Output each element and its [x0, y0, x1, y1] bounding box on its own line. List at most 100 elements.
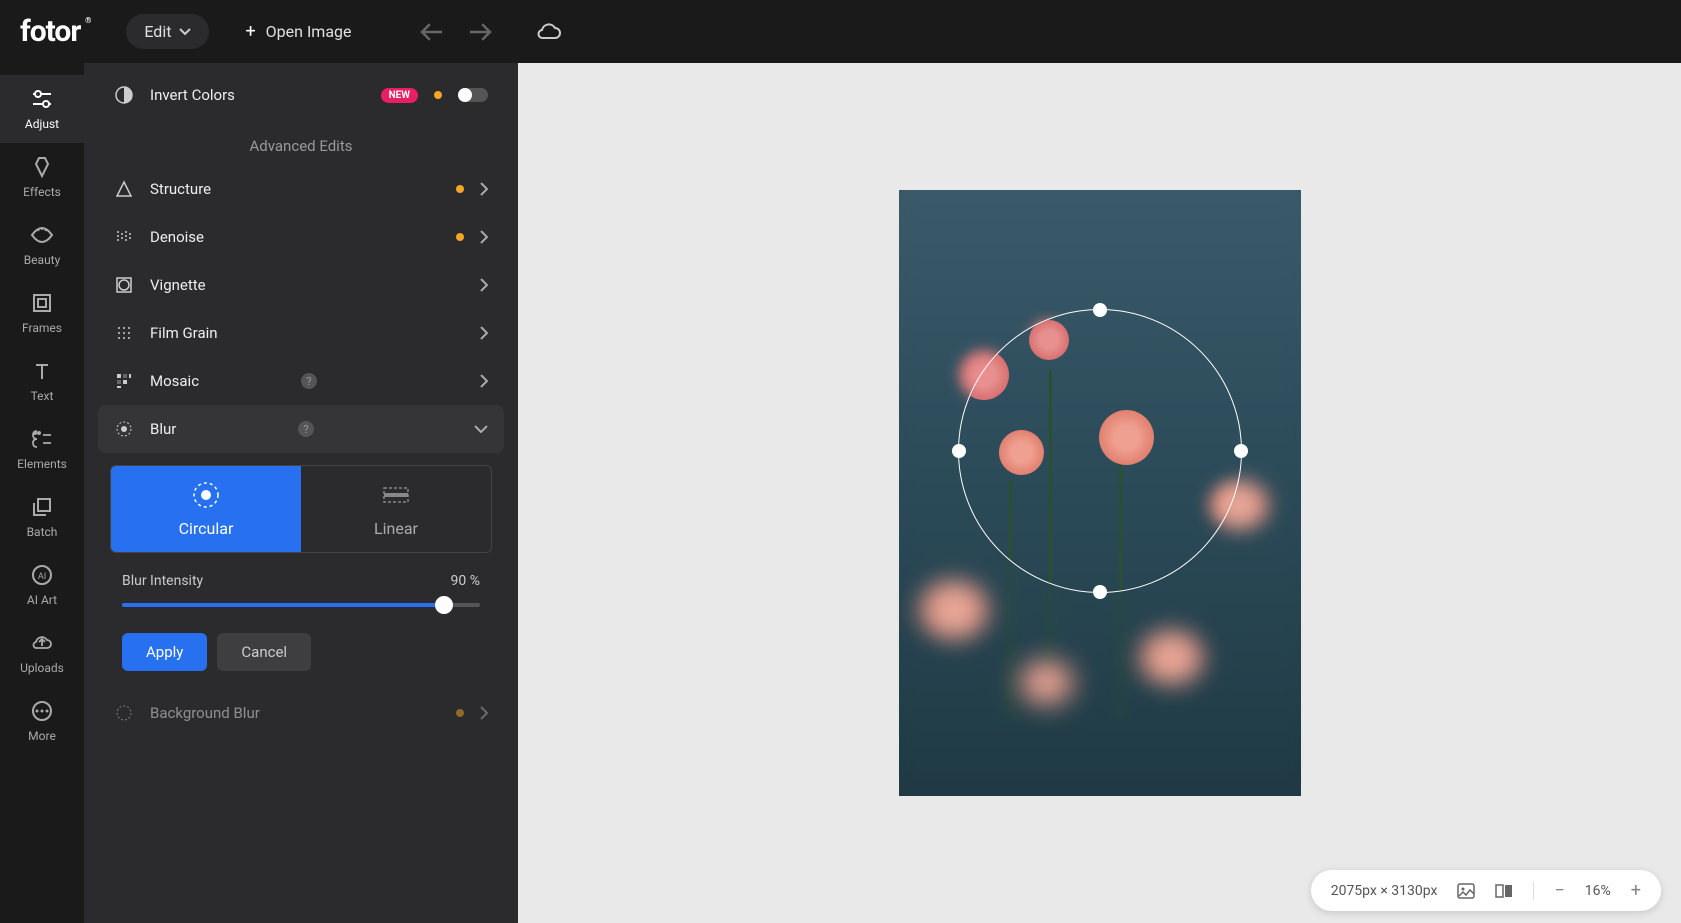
chevron-right-icon — [480, 706, 488, 720]
blur-tab-linear[interactable]: Linear — [301, 466, 491, 552]
blur-intensity-slider[interactable] — [122, 603, 480, 607]
blur-tab-circular[interactable]: Circular — [111, 466, 301, 552]
resize-handle-right[interactable] — [1234, 444, 1248, 458]
rail-item-elements[interactable]: Elements — [0, 415, 84, 483]
background-blur-row[interactable]: Background Blur — [98, 689, 504, 737]
rail-item-ai-art[interactable]: AI AI Art — [0, 551, 84, 619]
svg-text:AI: AI — [38, 572, 46, 582]
rail-label: Frames — [22, 321, 62, 335]
canvas-image[interactable] — [899, 190, 1301, 796]
rail-item-frames[interactable]: Frames — [0, 279, 84, 347]
open-image-label: Open Image — [266, 22, 352, 41]
edit-dropdown[interactable]: Edit — [126, 14, 209, 49]
blur-circle-selector[interactable] — [958, 309, 1242, 593]
resize-handle-top[interactable] — [1093, 303, 1107, 317]
open-image-button[interactable]: + Open Image — [233, 13, 363, 50]
invert-colors-row[interactable]: Invert Colors NEW — [98, 71, 504, 119]
rail-item-beauty[interactable]: Beauty — [0, 211, 84, 279]
cloud-icon[interactable] — [536, 22, 562, 42]
mosaic-icon — [114, 371, 134, 391]
adjust-panel: Invert Colors NEW Advanced Edits Structu… — [84, 63, 518, 923]
canvas-workspace[interactable]: 2075px × 3130px − 16% + — [518, 63, 1681, 923]
mosaic-row[interactable]: Mosaic ? — [98, 357, 504, 405]
blur-row[interactable]: Blur ? — [98, 405, 504, 453]
circular-label: Circular — [179, 519, 234, 538]
premium-dot-icon — [456, 185, 464, 193]
plus-icon: + — [245, 21, 255, 42]
mosaic-label: Mosaic — [150, 372, 281, 390]
structure-row[interactable]: Structure — [98, 165, 504, 213]
blur-options-panel: Circular Linear Blur Intensity 90 % — [98, 453, 504, 689]
rail-label: Elements — [17, 457, 67, 471]
image-icon[interactable] — [1457, 882, 1475, 900]
frames-icon — [30, 291, 54, 315]
help-icon[interactable]: ? — [301, 373, 317, 389]
linear-label: Linear — [374, 519, 418, 538]
background-blur-label: Background Blur — [150, 704, 440, 722]
chevron-right-icon — [480, 278, 488, 292]
slider-thumb[interactable] — [435, 596, 453, 614]
linear-blur-icon — [382, 481, 410, 509]
rail-item-adjust[interactable]: Adjust — [0, 75, 84, 143]
zoom-level: 16% — [1585, 883, 1611, 899]
premium-dot-icon — [456, 709, 464, 717]
uploads-icon — [30, 631, 54, 655]
canvas-dimensions: 2075px × 3130px — [1331, 883, 1438, 899]
rail-item-batch[interactable]: Batch — [0, 483, 84, 551]
top-toolbar: fotor® Edit + Open Image — [0, 0, 1681, 63]
chevron-right-icon — [480, 326, 488, 340]
rail-label: Uploads — [20, 661, 64, 675]
blur-intensity-value: 90 % — [451, 573, 480, 589]
apply-button[interactable]: Apply — [122, 633, 207, 671]
rail-label: Text — [31, 389, 54, 403]
blur-intensity-label: Blur Intensity — [122, 573, 203, 589]
zoom-in-button[interactable]: + — [1631, 880, 1641, 901]
undo-button[interactable] — [420, 23, 442, 41]
invert-colors-icon — [114, 85, 134, 105]
advanced-edits-title: Advanced Edits — [98, 119, 504, 165]
denoise-row[interactable]: Denoise — [98, 213, 504, 261]
edit-label: Edit — [144, 22, 171, 41]
vignette-label: Vignette — [150, 276, 464, 294]
vignette-row[interactable]: Vignette — [98, 261, 504, 309]
cancel-button[interactable]: Cancel — [217, 633, 311, 671]
denoise-icon — [114, 227, 134, 247]
rail-label: Batch — [27, 525, 58, 539]
invert-colors-label: Invert Colors — [150, 86, 365, 104]
zoom-out-button[interactable]: − — [1554, 880, 1564, 901]
more-icon — [30, 699, 54, 723]
text-icon — [30, 359, 54, 383]
rail-label: Beauty — [24, 253, 61, 267]
batch-icon — [30, 495, 54, 519]
resize-handle-bottom[interactable] — [1093, 585, 1107, 599]
invert-colors-toggle[interactable] — [458, 88, 488, 102]
status-bar: 2075px × 3130px − 16% + — [1311, 870, 1661, 911]
adjust-icon — [30, 87, 54, 111]
denoise-label: Denoise — [150, 228, 440, 246]
premium-dot-icon — [434, 91, 442, 99]
elements-icon — [30, 427, 54, 451]
chevron-right-icon — [480, 230, 488, 244]
redo-button[interactable] — [470, 23, 492, 41]
help-icon[interactable]: ? — [298, 421, 314, 437]
background-blur-icon — [114, 703, 134, 723]
rail-label: AI Art — [27, 593, 57, 607]
app-logo: fotor® — [20, 14, 80, 49]
circular-blur-icon — [192, 481, 220, 509]
film-grain-icon — [114, 323, 134, 343]
structure-label: Structure — [150, 180, 440, 198]
rail-label: More — [28, 729, 56, 743]
compare-icon[interactable] — [1495, 882, 1513, 900]
resize-handle-left[interactable] — [952, 444, 966, 458]
left-nav-rail: Adjust Effects Beauty Frames Text Elemen… — [0, 63, 84, 923]
new-badge: NEW — [381, 88, 418, 103]
rail-item-text[interactable]: Text — [0, 347, 84, 415]
rail-item-uploads[interactable]: Uploads — [0, 619, 84, 687]
film-grain-row[interactable]: Film Grain — [98, 309, 504, 357]
ai-art-icon: AI — [30, 563, 54, 587]
rail-item-more[interactable]: More — [0, 687, 84, 755]
film-grain-label: Film Grain — [150, 324, 464, 342]
rail-item-effects[interactable]: Effects — [0, 143, 84, 211]
chevron-right-icon — [480, 374, 488, 388]
effects-icon — [30, 155, 54, 179]
